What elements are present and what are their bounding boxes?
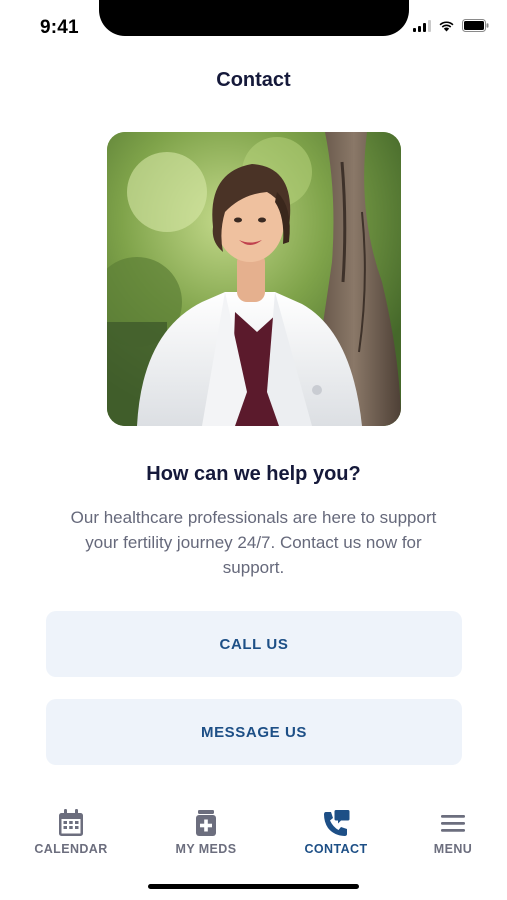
- message-us-button[interactable]: MESSAGE US: [46, 699, 462, 765]
- call-us-button[interactable]: CALL US: [46, 611, 462, 677]
- tab-menu[interactable]: MENU: [398, 808, 507, 856]
- status-icons: [413, 19, 489, 32]
- tab-contact[interactable]: CONTACT: [281, 808, 391, 856]
- wifi-icon: [439, 21, 454, 32]
- tab-my-meds[interactable]: MY MEDS: [151, 808, 261, 856]
- tab-label: MENU: [433, 842, 473, 856]
- calendar-icon: [59, 809, 83, 836]
- tab-label: CALENDAR: [34, 842, 108, 856]
- bottom-tab-bar: CALENDAR MY MEDS CONTACT MENU: [0, 800, 507, 870]
- device-notch: [99, 0, 409, 36]
- tab-label: MY MEDS: [175, 842, 237, 856]
- healthcare-professional-photo: [107, 132, 401, 426]
- tab-calendar[interactable]: CALENDAR: [16, 808, 126, 856]
- hamburger-menu-icon: [441, 815, 465, 832]
- phone-chat-icon: [324, 810, 350, 836]
- tab-label: CONTACT: [304, 842, 368, 856]
- cellular-signal-icon: [413, 19, 431, 32]
- home-indicator[interactable]: [148, 884, 359, 889]
- page-title: Contact: [216, 69, 291, 91]
- status-bar: 9:41: [0, 0, 507, 50]
- battery-icon: [462, 19, 489, 32]
- medicine-bottle-icon: [196, 810, 216, 836]
- status-time: 9:41: [40, 17, 79, 38]
- help-description: Our healthcare professionals are here to…: [70, 508, 437, 577]
- help-heading: How can we help you?: [146, 463, 361, 485]
